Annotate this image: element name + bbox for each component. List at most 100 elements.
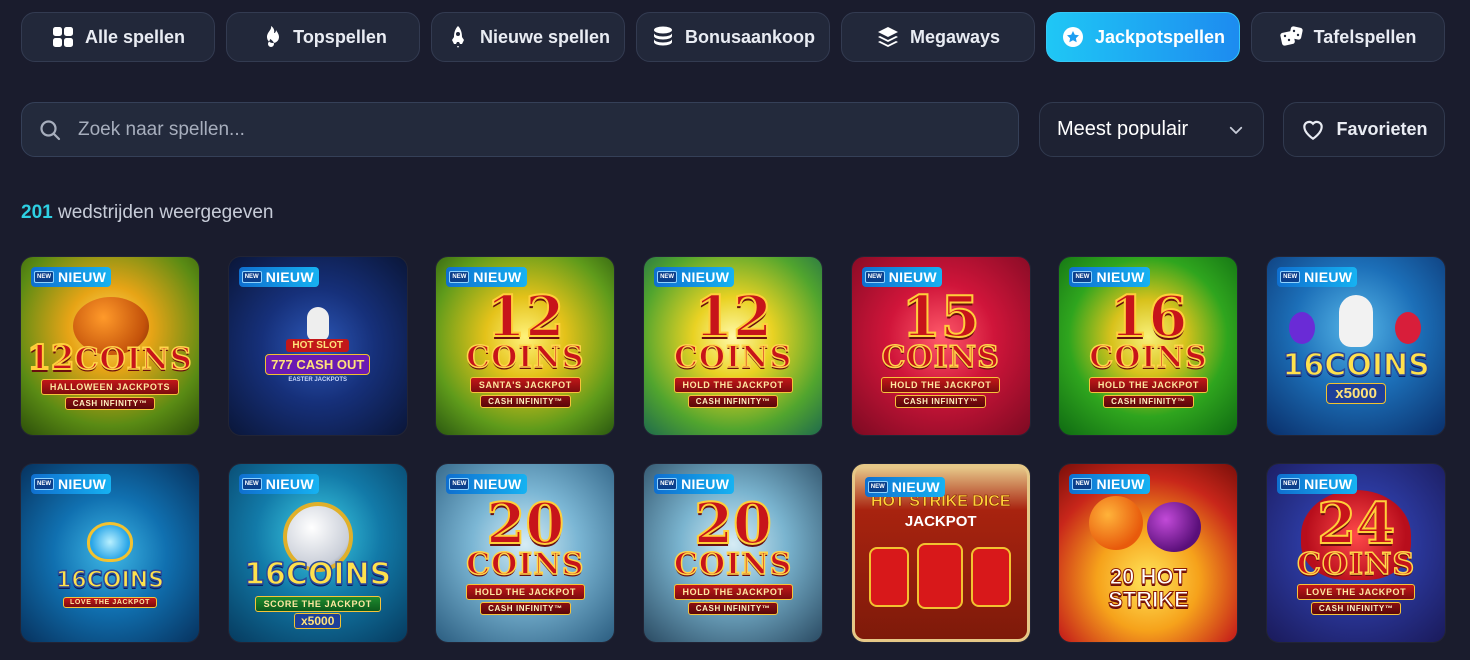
game-title-word: COINS bbox=[285, 556, 392, 593]
tab-label: Megaways bbox=[909, 26, 1001, 47]
new-badge: NEW NIEUW bbox=[238, 267, 319, 287]
results-text: wedstrijden weergegeven bbox=[57, 202, 274, 223]
rocket-icon bbox=[451, 26, 464, 48]
tab-bonusaankoop[interactable]: Bonusaankoop bbox=[636, 12, 830, 62]
game-title-number: 12 bbox=[26, 337, 75, 378]
game-tile[interactable]: NEW NIEUW 15 COINS HOLD THE JACKPOT CASH … bbox=[851, 257, 1030, 435]
search-icon bbox=[40, 119, 61, 140]
game-title-number: 16 bbox=[1108, 284, 1188, 351]
game-title-number: 16 bbox=[1282, 347, 1325, 384]
game-subtitle: HOLD THE JACKPOT bbox=[465, 583, 585, 600]
game-subtitle-2: CASH INFINITY™ bbox=[687, 601, 779, 615]
game-subtitle-2: CASH INFINITY™ bbox=[64, 396, 156, 410]
game-tile[interactable]: NEW NIEUW 16 COINS HOLD THE JACKPOT CASH … bbox=[1059, 257, 1238, 435]
game-title-word: COINS bbox=[1324, 347, 1431, 384]
new-badge: NEW NIEUW bbox=[238, 474, 319, 494]
game-title-number: 20 bbox=[485, 491, 565, 558]
new-badge: NEW NIEUW bbox=[864, 477, 945, 497]
game-title-word: COINS bbox=[1296, 546, 1416, 582]
game-subtitle-2: EASTER JACKPOTS bbox=[288, 377, 348, 383]
game-subtitle: HOLD THE JACKPOT bbox=[881, 376, 1001, 393]
game-title-word: 777 CASH OUT bbox=[265, 354, 371, 375]
coin-stack-icon bbox=[653, 26, 672, 46]
new-badge: NEW NIEUW bbox=[654, 267, 735, 287]
tab-megaways[interactable]: Megaways bbox=[841, 12, 1035, 62]
game-subtitle-2: CASH INFINITY™ bbox=[895, 394, 987, 408]
tab-tafelspellen[interactable]: Tafelspellen bbox=[1251, 12, 1445, 62]
new-badge: NEW NIEUW bbox=[1069, 474, 1150, 494]
game-tile[interactable]: NEW NIEUW 16 COINS SCORE THE JACKPOT x5000 bbox=[228, 464, 407, 642]
game-subtitle: LOVE THE JACKPOT bbox=[63, 597, 157, 608]
game-title-word: COINS bbox=[881, 339, 1000, 375]
game-title-word: COINS bbox=[1089, 339, 1208, 375]
game-title-number: 16 bbox=[55, 567, 87, 594]
game-tile[interactable]: NEW NIEUW 24 COINS LOVE THE JACKPOT CASH … bbox=[1267, 464, 1446, 642]
game-subtitle: HOLD THE JACKPOT bbox=[1088, 376, 1208, 393]
game-subtitle: SANTA'S JACKPOT bbox=[469, 376, 581, 393]
flame-icon bbox=[267, 26, 280, 47]
game-subtitle-2: CASH INFINITY™ bbox=[1103, 394, 1194, 408]
game-subtitle: HOLD THE JACKPOT bbox=[673, 583, 793, 600]
game-subtitle: x5000 bbox=[1326, 383, 1386, 404]
search-input[interactable] bbox=[78, 118, 958, 141]
tab-label: Tafelspellen bbox=[1313, 26, 1417, 47]
game-title-number: 16 bbox=[243, 556, 286, 593]
tab-alle-spellen[interactable]: Alle spellen bbox=[21, 12, 215, 62]
game-subtitle-2: CASH INFINITY™ bbox=[1310, 601, 1402, 615]
new-badge: NEW NIEUW bbox=[1277, 474, 1358, 494]
game-title-word: COINS bbox=[74, 341, 193, 377]
tab-nieuwe-spellen[interactable]: Nieuwe spellen bbox=[431, 12, 625, 62]
heart-icon bbox=[1303, 120, 1324, 140]
search-box bbox=[21, 102, 1019, 157]
tab-topspellen[interactable]: Topspellen bbox=[226, 12, 420, 62]
game-tile[interactable]: NEW NIEUW 16 COINS LOVE THE JACKPOT bbox=[21, 464, 199, 642]
game-subtitle: SCORE THE JACKPOT bbox=[254, 596, 381, 612]
tab-label: Topspellen bbox=[293, 26, 387, 47]
new-badge: NEW NIEUW bbox=[1069, 267, 1150, 287]
star-icon bbox=[1062, 27, 1083, 47]
game-tile[interactable]: NEW NIEUW 12 COINS HALLOWEEN JACKPOTS CASH… bbox=[21, 257, 199, 435]
game-tile[interactable]: NEW NIEUW 12 COINS HOLD THE JACKPOT CASH … bbox=[644, 257, 823, 435]
results-number: 201 bbox=[21, 202, 53, 223]
game-subtitle-2: CASH INFINITY™ bbox=[480, 394, 571, 408]
new-badge: NEW NIEUW bbox=[446, 267, 527, 287]
game-grid: NEW NIEUW 12 COINS HALLOWEEN JACKPOTS CASH… bbox=[21, 257, 1446, 642]
category-tabs: Alle spellen Topspellen Nieuwe spellen B… bbox=[21, 12, 1445, 62]
new-badge: NEW NIEUW bbox=[861, 267, 942, 287]
new-badge: NEW NIEUW bbox=[446, 474, 527, 494]
game-subtitle: HALLOWEEN JACKPOTS bbox=[40, 378, 180, 395]
sort-dropdown[interactable]: Meest populair bbox=[1039, 102, 1264, 157]
game-title-number: 12 bbox=[485, 284, 565, 351]
new-badge: NEW NIEUW bbox=[31, 267, 112, 287]
game-subtitle: HOLD THE JACKPOT bbox=[673, 376, 793, 393]
game-title-word: COINS bbox=[673, 339, 793, 375]
results-count: 201 wedstrijden weergegeven bbox=[21, 202, 273, 224]
new-badge: NEW NIEUW bbox=[31, 474, 112, 494]
game-title-word: 20 HOT STRIKE bbox=[1108, 563, 1190, 612]
tab-label: Alle spellen bbox=[84, 26, 186, 47]
game-tile[interactable]: NEW NIEUW HOT SLOT 777 CASH OUT EASTER JA… bbox=[228, 257, 407, 435]
game-title-number: 12 bbox=[693, 284, 773, 351]
tab-jackpotspellen[interactable]: Jackpotspellen bbox=[1046, 12, 1240, 62]
grid-icon bbox=[52, 27, 73, 47]
game-tile[interactable]: NEW NIEUW 20 COINS HOLD THE JACKPOT CASH … bbox=[436, 464, 615, 642]
game-tile[interactable]: NEW NIEUW 20 COINS HOLD THE JACKPOT CASH … bbox=[644, 464, 823, 642]
tab-label: Jackpotspellen bbox=[1094, 26, 1226, 47]
game-tile[interactable]: NEW NIEUW HOT STRIKE DICE JACKPOT bbox=[851, 464, 1030, 642]
game-title-word: COINS bbox=[86, 567, 165, 594]
tab-label: Bonusaankoop bbox=[684, 26, 815, 47]
game-title-word: COINS bbox=[466, 339, 585, 375]
game-subtitle-2: x5000 bbox=[294, 613, 342, 629]
favorites-label: Favorieten bbox=[1336, 119, 1428, 139]
favorites-button[interactable]: Favorieten bbox=[1283, 102, 1445, 157]
game-tile[interactable]: NEW NIEUW 12 COINS SANTA'S JACKPOT CASH I… bbox=[436, 257, 615, 435]
sort-selected: Meest populair bbox=[1057, 118, 1189, 140]
new-badge: NEW NIEUW bbox=[1277, 267, 1358, 287]
game-tile[interactable]: NEW NIEUW 20 HOT STRIKE bbox=[1059, 464, 1238, 642]
game-subtitle: HOT SLOT bbox=[286, 339, 349, 352]
dice-icon bbox=[916, 543, 963, 609]
dice-icon bbox=[1279, 26, 1303, 46]
game-title-word: COINS bbox=[466, 546, 585, 582]
tab-label: Nieuwe spellen bbox=[479, 26, 611, 47]
game-tile[interactable]: NEW NIEUW 16 COINS x5000 bbox=[1267, 257, 1446, 435]
